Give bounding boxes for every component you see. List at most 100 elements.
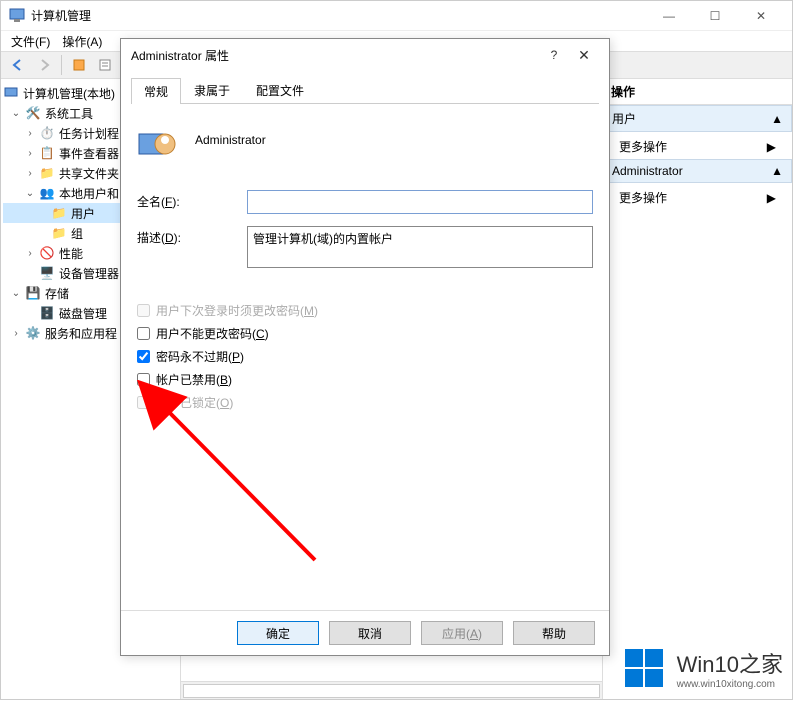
folder-icon: 📁	[51, 225, 67, 241]
fullname-row: 全名(F):	[137, 190, 593, 214]
tree-label: 组	[71, 225, 83, 242]
tree-label: 本地用户和	[59, 185, 119, 202]
maximize-button[interactable]: ☐	[692, 1, 738, 31]
help-button[interactable]: 帮助	[513, 621, 595, 645]
watermark-url: www.win10xitong.com	[677, 679, 783, 690]
tab-content-general: Administrator 全名(F): 描述(D): 管理计算机(域)的内置帐…	[131, 104, 599, 584]
disk-icon: 🗄️	[39, 305, 55, 321]
checkbox-never-expire[interactable]: 密码永不过期(P)	[137, 348, 593, 365]
titlebar: 计算机管理 — ☐ ✕	[1, 1, 792, 31]
user-avatar-icon	[137, 120, 177, 160]
actions-more-1[interactable]: 更多操作 ▶	[603, 134, 792, 159]
actions-link-label: 更多操作	[619, 138, 667, 155]
dialog-button-row: 确定 取消 应用(A) 帮助	[121, 610, 609, 655]
actions-more-2[interactable]: 更多操作 ▶	[603, 185, 792, 210]
menu-file[interactable]: 文件(F)	[11, 33, 50, 49]
minimize-button[interactable]: —	[646, 1, 692, 31]
tree-label: 存储	[45, 285, 69, 302]
dialog-close-button[interactable]: ✕	[569, 47, 599, 64]
fullname-input[interactable]	[247, 190, 593, 214]
collapse-icon[interactable]: ⌄	[25, 188, 35, 199]
actions-group-users[interactable]: 用户 ▲	[603, 105, 792, 132]
tree-label: 计算机管理(本地)	[23, 85, 115, 102]
user-name: Administrator	[195, 133, 266, 147]
expand-icon[interactable]: ›	[11, 328, 21, 339]
tab-profile[interactable]: 配置文件	[243, 77, 317, 103]
horizontal-scrollbar[interactable]	[181, 681, 602, 699]
tools-icon: 🛠️	[25, 105, 41, 121]
collapse-icon: ▲	[771, 112, 783, 126]
dialog-help-button[interactable]: ?	[539, 48, 569, 62]
performance-icon: 🚫	[39, 245, 55, 261]
watermark-title: Win10之家	[677, 647, 783, 679]
properties-dialog: Administrator 属性 ? ✕ 常规 隶属于 配置文件 Adminis…	[120, 38, 610, 656]
checkbox-account-locked: 帐户已锁定(O)	[137, 394, 593, 411]
expand-icon[interactable]: ›	[25, 148, 35, 159]
checkbox-account-disabled[interactable]: 帐户已禁用(B)	[137, 371, 593, 388]
users-icon: 👥	[39, 185, 55, 201]
checkbox-label: 用户不能更改密码(C)	[156, 325, 269, 342]
tree-label: 服务和应用程	[45, 325, 117, 342]
windows-logo-icon	[623, 645, 669, 691]
toolbar-separator	[61, 55, 62, 75]
checkbox-label: 密码永不过期(P)	[156, 348, 244, 365]
device-icon: 🖥️	[39, 265, 55, 281]
dialog-title: Administrator 属性	[131, 47, 539, 64]
expand-icon[interactable]: ›	[25, 128, 35, 139]
tree-label: 用户	[71, 205, 95, 222]
folder-icon: 📁	[51, 205, 67, 221]
checkbox-cannot-change-input[interactable]	[137, 327, 150, 340]
ok-button[interactable]: 确定	[237, 621, 319, 645]
user-header: Administrator	[137, 120, 593, 160]
properties-button[interactable]	[94, 54, 116, 76]
actions-header: 操作	[603, 79, 792, 105]
menu-action[interactable]: 操作(A)	[62, 33, 102, 49]
checkbox-cannot-change[interactable]: 用户不能更改密码(C)	[137, 325, 593, 342]
new-button[interactable]	[68, 54, 90, 76]
tree-label: 任务计划程	[59, 125, 119, 142]
checkbox-account-locked-input	[137, 396, 150, 409]
tab-general[interactable]: 常规	[131, 78, 181, 104]
window-controls: — ☐ ✕	[646, 1, 784, 31]
back-button[interactable]	[7, 54, 29, 76]
actions-link-label: 更多操作	[619, 189, 667, 206]
collapse-icon[interactable]: ⌄	[11, 108, 21, 119]
computer-icon	[3, 85, 19, 101]
window-title: 计算机管理	[31, 7, 646, 24]
watermark: Win10之家 www.win10xitong.com	[623, 645, 783, 691]
chevron-right-icon: ▶	[767, 191, 776, 205]
storage-icon: 💾	[25, 285, 41, 301]
checkbox-label: 帐户已禁用(B)	[156, 371, 232, 388]
forward-button[interactable]	[33, 54, 55, 76]
checkbox-change-password: 用户下次登录时须更改密码(M)	[137, 302, 593, 319]
description-input[interactable]: 管理计算机(域)的内置帐户	[247, 226, 593, 268]
shared-icon: 📁	[39, 165, 55, 181]
event-icon: 📋	[39, 145, 55, 161]
description-row: 描述(D): 管理计算机(域)的内置帐户	[137, 226, 593, 268]
checkbox-account-disabled-input[interactable]	[137, 373, 150, 386]
description-label: 描述(D):	[137, 226, 247, 246]
tree-label: 设备管理器	[59, 265, 119, 282]
collapse-icon: ▲	[771, 164, 783, 178]
tree-label: 事件查看器	[59, 145, 119, 162]
close-window-button[interactable]: ✕	[738, 1, 784, 31]
expand-icon[interactable]: ›	[25, 248, 35, 259]
apply-button[interactable]: 应用(A)	[421, 621, 503, 645]
tab-member-of[interactable]: 隶属于	[181, 77, 243, 103]
checkbox-change-password-input	[137, 304, 150, 317]
collapse-icon[interactable]: ⌄	[11, 288, 21, 299]
fullname-label: 全名(F):	[137, 190, 247, 210]
tree-label: 性能	[59, 245, 83, 262]
expand-icon[interactable]: ›	[25, 168, 35, 179]
checkbox-never-expire-input[interactable]	[137, 350, 150, 363]
tree-label: 共享文件夹	[59, 165, 119, 182]
actions-group-admin[interactable]: Administrator ▲	[603, 159, 792, 183]
dialog-titlebar: Administrator 属性 ? ✕	[121, 39, 609, 71]
actions-group-label: Administrator	[612, 164, 683, 178]
cancel-button[interactable]: 取消	[329, 621, 411, 645]
dialog-tabs: 常规 隶属于 配置文件	[131, 77, 599, 104]
checkbox-label: 帐户已锁定(O)	[156, 394, 233, 411]
chevron-right-icon: ▶	[767, 140, 776, 154]
services-icon: ⚙️	[25, 325, 41, 341]
actions-panel: 操作 用户 ▲ 更多操作 ▶ Administrator ▲ 更多操作 ▶	[602, 79, 792, 699]
